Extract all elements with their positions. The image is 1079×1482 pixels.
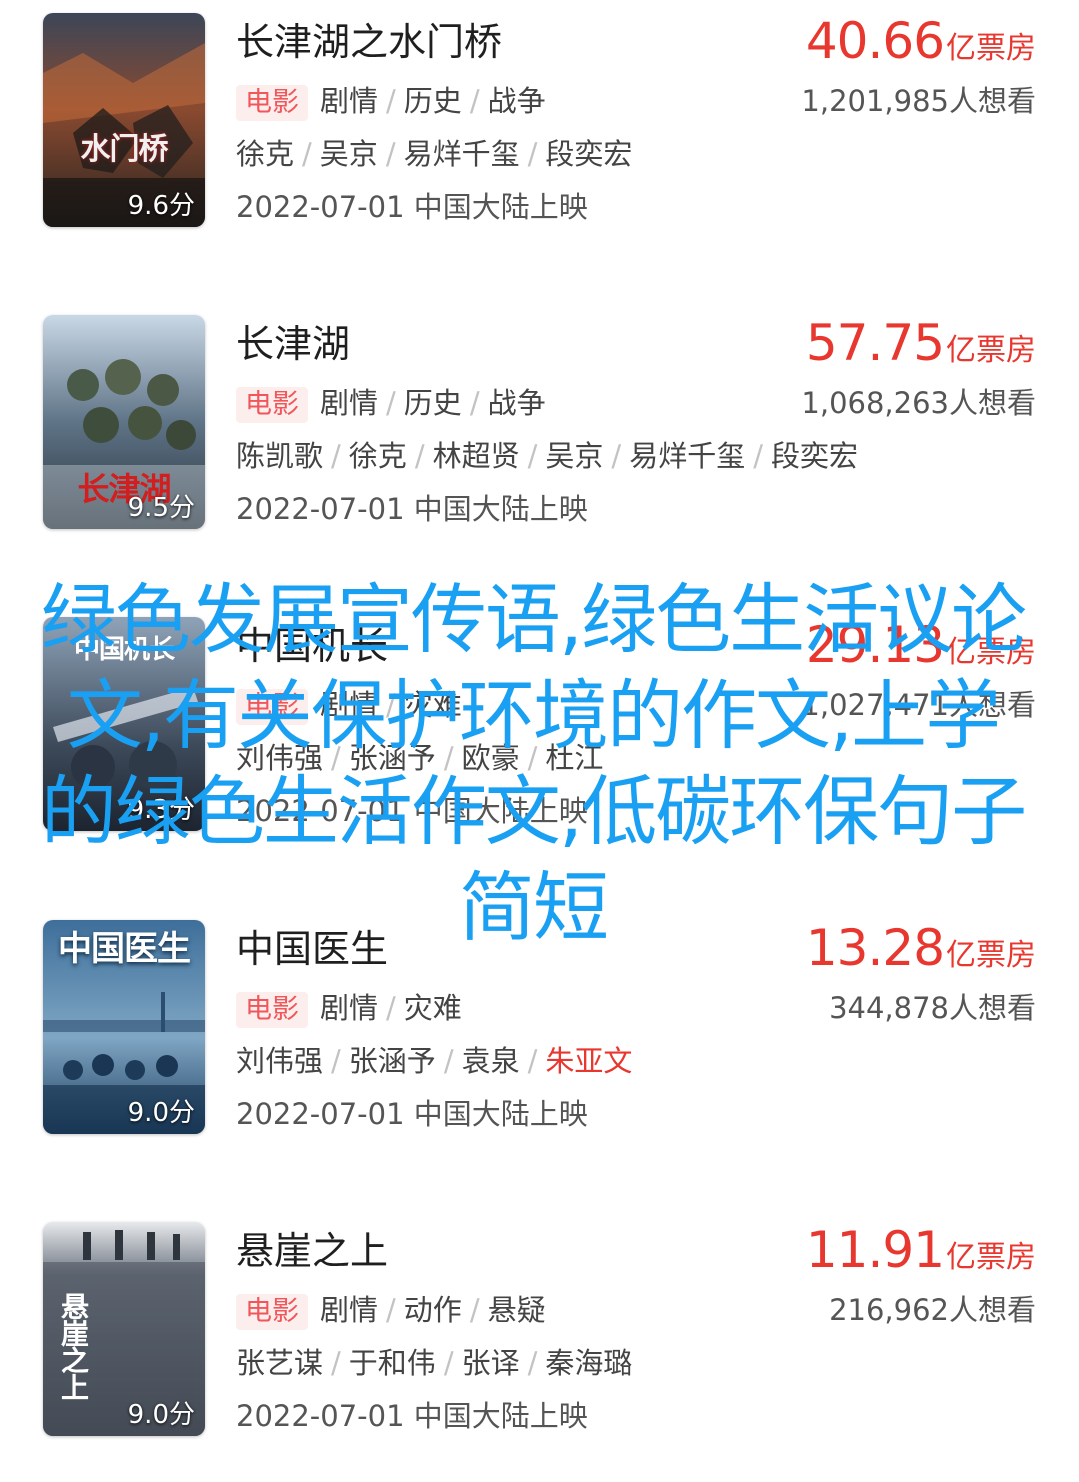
movie-title[interactable]: 长津湖 — [236, 321, 350, 367]
cast-row: 刘伟强 / 张涵予 / 袁泉 / 朱亚文 — [236, 1043, 632, 1079]
genre-row: 电影 剧情 / 动作 / 悬疑 — [236, 1292, 546, 1330]
separator: / — [443, 1044, 454, 1078]
release-date: 2022-07-01 中国大陆上映 — [236, 492, 588, 526]
cast-row: 徐克 / 吴京 / 易烊千玺 / 段奕宏 — [236, 136, 632, 172]
cast-member-highlighted: 朱亚文 — [545, 1044, 633, 1078]
cast-member: 张译 — [461, 1346, 520, 1380]
cast-member: 张涵予 — [348, 1044, 436, 1078]
genre: 战争 — [487, 386, 546, 420]
cast-member: 易烊千玺 — [403, 137, 520, 171]
box-office-value: 40.66 — [805, 12, 945, 70]
genre: 动作 — [403, 1293, 462, 1327]
genre: 历史 — [403, 84, 462, 118]
movie-info: 长津湖 电影 剧情 / 历史 / 战争 陈凯歌 / 徐克 / 林超贤 / 吴京 / 易烊千玺 / 段奕宏 20… — [236, 315, 1036, 529]
movie-card[interactable]: 中国医生 9.0分 中国医生 电影 剧情 / 灾难 刘伟强 / 张涵予 / 袁泉 / 朱亚文 20… — [0, 920, 1079, 1180]
cast-member: 徐克 — [348, 439, 407, 473]
genre-row: 电影 剧情 / 灾难 — [236, 990, 462, 1028]
genre: 剧情 — [320, 991, 379, 1025]
cast-member: 陈凯歌 — [236, 439, 324, 473]
separator: / — [469, 84, 480, 118]
movie-info: 悬崖之上 电影 剧情 / 动作 / 悬疑 张艺谋 / 于和伟 / 张译 / 秦海璐 2022-07-0… — [236, 1222, 1036, 1436]
movie-title[interactable]: 长津湖之水门桥 — [236, 19, 502, 65]
movie-card[interactable]: 长津湖 9.5分 长津湖 电影 剧情 / 历史 / 战争 陈凯歌 / 徐克 / 林超贤 / 吴京 / 易烊… — [0, 315, 1079, 575]
cast-member: 秦海璐 — [545, 1346, 633, 1380]
genre: 战争 — [487, 84, 546, 118]
score-badge: 9.0分 — [127, 1098, 195, 1128]
release-date: 2022-07-01 中国大陆上映 — [236, 1399, 588, 1433]
type-tag: 电影 — [236, 387, 308, 423]
movie-poster[interactable]: 水门桥 9.6分 — [43, 13, 205, 227]
separator: / — [527, 1346, 538, 1380]
genre-row: 电影 剧情 / 历史 / 战争 — [236, 83, 546, 121]
separator: / — [386, 1293, 396, 1327]
genre: 剧情 — [320, 84, 379, 118]
separator: / — [386, 386, 396, 420]
separator: / — [611, 439, 622, 473]
separator: / — [469, 1293, 480, 1327]
box-office-value: 57.75 — [805, 314, 945, 372]
separator: / — [443, 1346, 454, 1380]
score-badge: 9.0分 — [127, 1400, 195, 1430]
cast-member: 袁泉 — [461, 1044, 520, 1078]
separator: / — [385, 137, 396, 171]
cast-member: 于和伟 — [348, 1346, 436, 1380]
cast-member: 刘伟强 — [236, 1044, 324, 1078]
separator: / — [753, 439, 763, 473]
cast-member: 易烊千玺 — [629, 439, 746, 473]
movie-poster[interactable]: 悬崖之上 9.0分 — [43, 1222, 205, 1436]
box-office: 40.66亿票房 — [806, 13, 1036, 69]
separator: / — [386, 991, 396, 1025]
movie-poster[interactable]: 长津湖 9.5分 — [43, 315, 205, 529]
want-to-watch-count: 1,068,263人想看 — [801, 386, 1036, 420]
separator: / — [331, 439, 341, 473]
box-office: 57.75亿票房 — [806, 315, 1036, 371]
genre: 剧情 — [320, 1293, 379, 1327]
movie-card[interactable]: 水门桥 9.6分 长津湖之水门桥 电影 剧情 / 历史 / 战争 徐克 / 吴京 / 易烊千玺 / 段… — [0, 13, 1079, 273]
separator: / — [527, 137, 538, 171]
movie-info: 长津湖之水门桥 电影 剧情 / 历史 / 战争 徐克 / 吴京 / 易烊千玺 / 段奕宏 2022-0… — [236, 13, 1036, 227]
movie-card[interactable]: 悬崖之上 9.0分 悬崖之上 电影 剧情 / 动作 / 悬疑 张艺谋 / 于和伟 / 张译 / 秦海璐… — [0, 1222, 1079, 1482]
cast-row: 张艺谋 / 于和伟 / 张译 / 秦海璐 — [236, 1345, 632, 1381]
genre: 悬疑 — [487, 1293, 546, 1327]
genre: 灾难 — [403, 991, 462, 1025]
overlay-headline: 绿色发展宣传语,绿色生活议论文,有关保护环境的作文,上学的绿色生活作文,低碳环保… — [40, 575, 1027, 952]
separator: / — [331, 1044, 341, 1078]
cast-member: 徐克 — [236, 137, 295, 171]
cast-member: 张艺谋 — [236, 1346, 324, 1380]
separator: / — [527, 1044, 538, 1078]
box-office-unit: 亿票房 — [946, 31, 1036, 66]
cast-member: 段奕宏 — [545, 137, 633, 171]
box-office: 11.91亿票房 — [806, 1222, 1036, 1278]
separator: / — [302, 137, 312, 171]
separator: / — [414, 439, 425, 473]
cast-row: 陈凯歌 / 徐克 / 林超贤 / 吴京 / 易烊千玺 / 段奕宏 — [236, 438, 858, 474]
type-tag: 电影 — [236, 992, 308, 1028]
type-tag: 电影 — [236, 85, 308, 121]
release-date: 2022-07-01 中国大陆上映 — [236, 1097, 588, 1131]
poster-title: 水门桥 — [80, 132, 169, 167]
genre: 剧情 — [320, 386, 379, 420]
want-to-watch-count: 1,201,985人想看 — [801, 84, 1036, 118]
genre-row: 电影 剧情 / 历史 / 战争 — [236, 385, 546, 423]
score-badge: 9.5分 — [127, 493, 195, 523]
want-to-watch-count: 344,878人想看 — [829, 991, 1036, 1025]
separator: / — [469, 386, 480, 420]
separator: / — [386, 84, 396, 118]
score-badge: 9.6分 — [127, 191, 195, 221]
genre: 历史 — [403, 386, 462, 420]
type-tag: 电影 — [236, 1294, 308, 1330]
movie-title[interactable]: 悬崖之上 — [236, 1228, 388, 1274]
box-office-unit: 亿票房 — [946, 333, 1036, 368]
release-date: 2022-07-01 中国大陆上映 — [236, 190, 588, 224]
cast-member: 段奕宏 — [770, 439, 858, 473]
poster-title: 悬崖之上 — [57, 1292, 90, 1400]
separator: / — [331, 1346, 341, 1380]
cast-member: 吴京 — [319, 137, 378, 171]
want-to-watch-count: 216,962人想看 — [829, 1293, 1036, 1327]
separator: / — [527, 439, 538, 473]
box-office-unit: 亿票房 — [946, 1240, 1036, 1275]
cast-member: 林超贤 — [432, 439, 520, 473]
box-office-value: 11.91 — [805, 1221, 945, 1279]
cast-member: 吴京 — [545, 439, 604, 473]
